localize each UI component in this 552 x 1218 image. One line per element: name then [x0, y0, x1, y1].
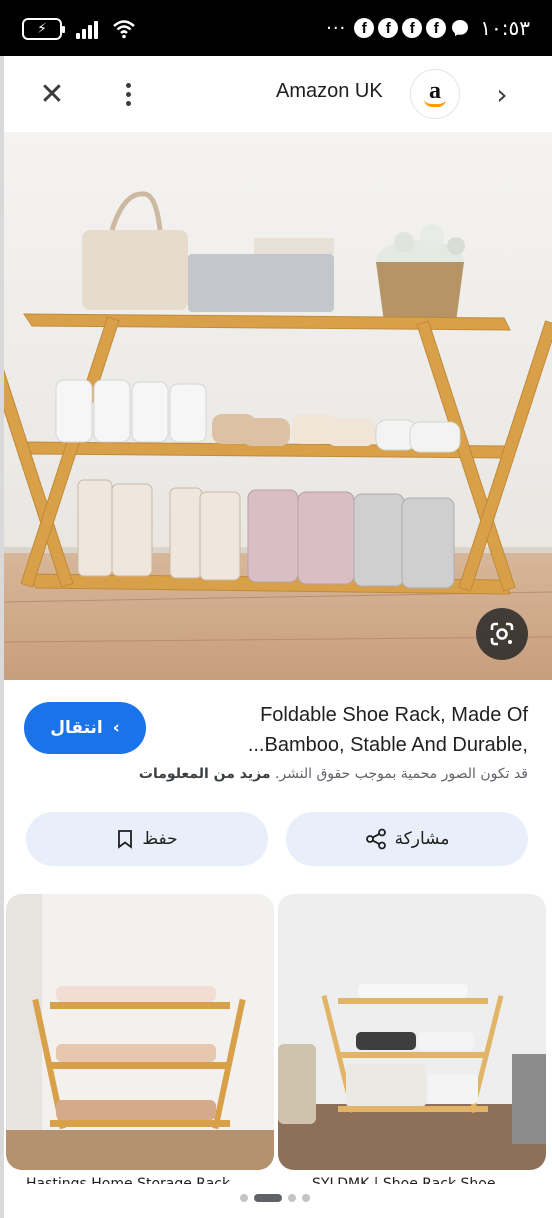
related-image-card[interactable] [6, 894, 274, 1170]
viewer-header: ✕ Amazon UK a › [4, 56, 552, 132]
chevron-right-icon[interactable]: › [484, 76, 520, 112]
share-label: مشاركة [394, 829, 450, 849]
share-button[interactable]: مشاركة [286, 812, 528, 866]
facebook-icon: f [354, 18, 375, 38]
related-caption[interactable]: SYLDMK | Shoe Rack Shoe... [312, 1174, 540, 1184]
result-title-line1: Foldable Shoe Rack, Made Of [260, 704, 528, 726]
visit-button[interactable]: انتقال ‹ [24, 702, 146, 754]
share-icon [365, 828, 386, 850]
result-title[interactable]: Foldable Shoe Rack, Made Of ...Bamboo, S… [168, 700, 528, 760]
source-site-name[interactable]: Amazon UK [276, 80, 383, 103]
indicator-dot [302, 1194, 310, 1202]
indicator-dot [288, 1194, 296, 1202]
indicator-dot-active [254, 1194, 282, 1202]
related-caption[interactable]: Hastings Home Storage Rack... [26, 1174, 258, 1184]
page-indicator [240, 1194, 310, 1202]
battery-charging-icon: ⚡ [22, 18, 65, 40]
more-options-icon[interactable] [110, 76, 146, 112]
status-right: ··· f f f f ١٠:٥٣ [326, 16, 530, 40]
status-left: ⚡ [22, 18, 136, 40]
status-bar: ⚡ ··· f f f f ١٠:٥٣ [0, 0, 552, 56]
chevron-left-icon: ‹ [112, 718, 120, 738]
logo-letter: a [429, 78, 441, 104]
result-title-line2: ...Bamboo, Stable And Durable, [247, 734, 528, 756]
copyright-text: قد تكون الصور محمية بموجب حقوق النشر. [274, 766, 528, 782]
facebook-icon: f [378, 18, 399, 38]
notification-more-icon: ··· [326, 17, 347, 39]
bookmark-icon [118, 830, 133, 849]
signal-icon [76, 19, 98, 39]
facebook-icon: f [426, 18, 447, 38]
save-button[interactable]: حفظ [26, 812, 268, 866]
amazon-logo-icon[interactable]: a [410, 69, 460, 119]
google-lens-button[interactable] [476, 608, 528, 660]
visit-label: انتقال [50, 718, 103, 738]
main-product-image[interactable] [4, 132, 552, 680]
related-image-card[interactable] [278, 894, 546, 1170]
close-icon[interactable]: ✕ [34, 76, 70, 112]
messenger-icon [452, 20, 469, 36]
indicator-dot [240, 1194, 248, 1202]
wifi-icon [113, 20, 135, 39]
facebook-icon: f [402, 18, 423, 38]
clock-time: ١٠:٥٣ [480, 16, 530, 40]
copyright-notice: قد تكون الصور محمية بموجب حقوق النشر. مز… [22, 766, 528, 782]
save-label: حفظ [142, 829, 178, 849]
learn-more-link[interactable]: مزيد من المعلومات [139, 766, 271, 782]
lens-icon [490, 622, 514, 646]
